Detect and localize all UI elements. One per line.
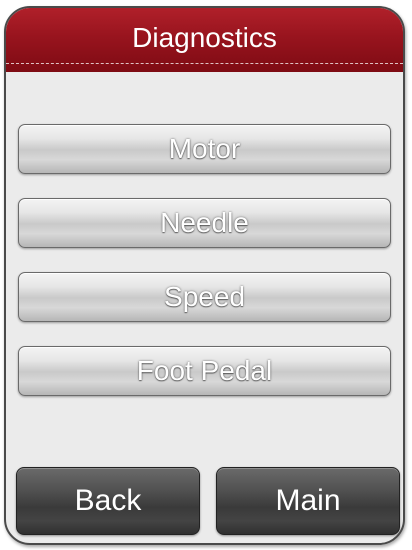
header-bar: Diagnostics: [6, 8, 403, 72]
diagnostics-panel: Diagnostics Motor Needle Speed Foot Peda…: [4, 6, 405, 545]
main-button[interactable]: Main: [216, 467, 400, 535]
motor-button[interactable]: Motor: [18, 124, 391, 174]
needle-button[interactable]: Needle: [18, 198, 391, 248]
page-title: Diagnostics: [132, 22, 277, 53]
speed-button[interactable]: Speed: [18, 272, 391, 322]
back-button[interactable]: Back: [16, 467, 200, 535]
foot-pedal-button[interactable]: Foot Pedal: [18, 346, 391, 396]
header-divider: [6, 63, 403, 64]
